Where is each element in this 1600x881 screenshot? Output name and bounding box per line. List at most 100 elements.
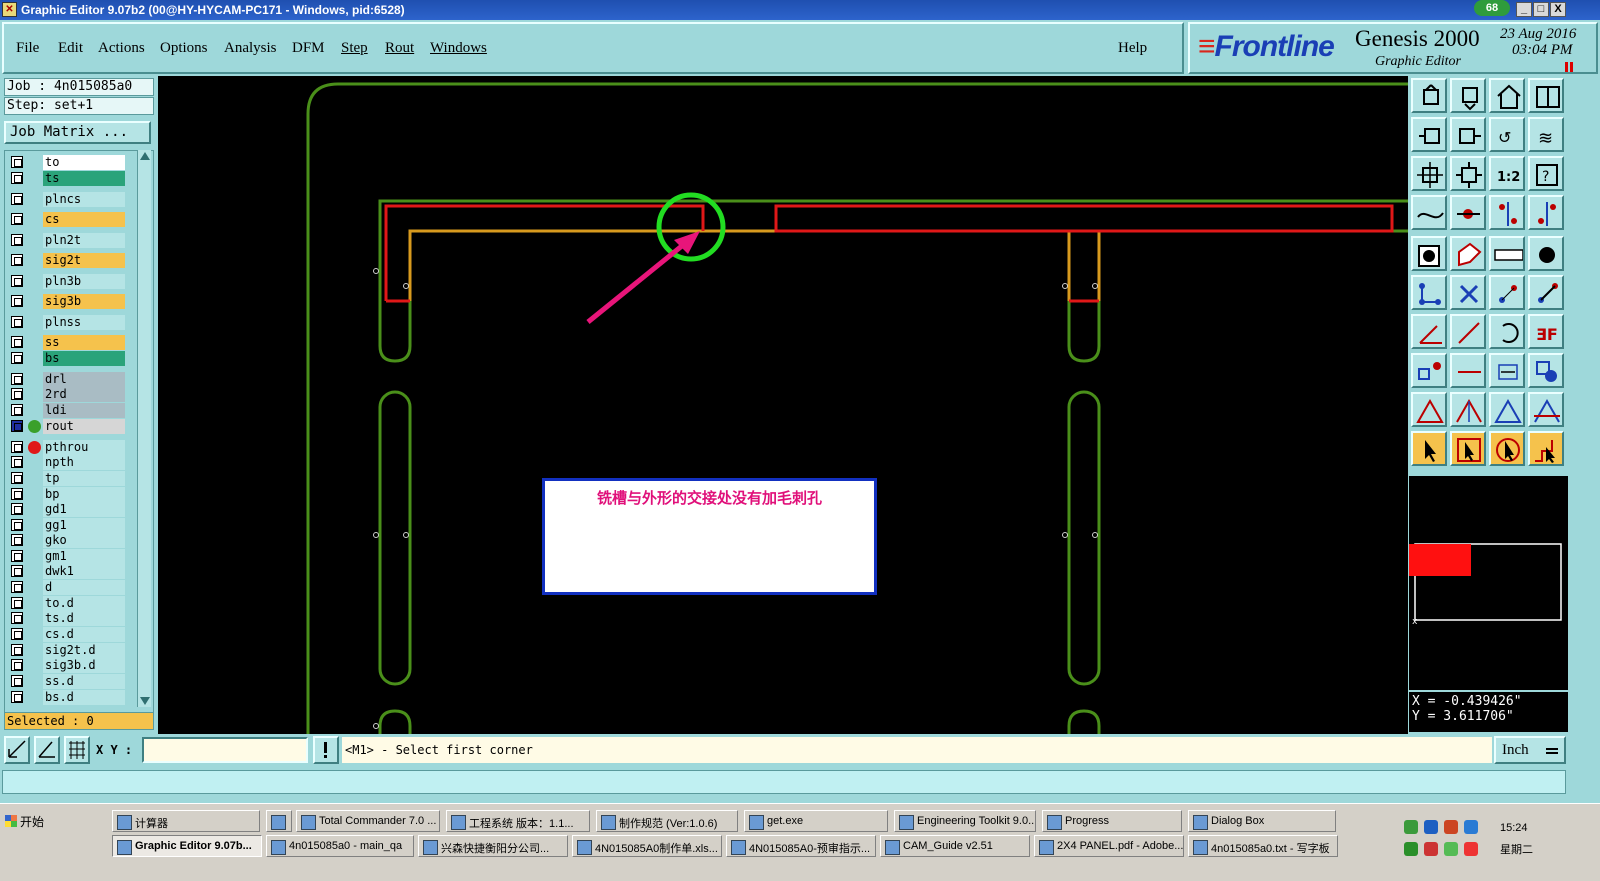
- tray-icon[interactable]: [1444, 842, 1458, 856]
- mirror-button[interactable]: ƎF: [1528, 314, 1564, 349]
- taskbar-item[interactable]: 4N015085A0-预审指示...: [726, 835, 876, 857]
- layer-checkbox[interactable]: [11, 441, 23, 453]
- taskbar-item[interactable]: Graphic Editor 9.07b...: [112, 835, 262, 857]
- dot-button[interactable]: [1528, 236, 1564, 271]
- layer-checkbox[interactable]: [11, 597, 23, 609]
- taskbar-item[interactable]: 4N015085A0制作单.xls...: [572, 835, 722, 857]
- alert-button[interactable]: [313, 736, 339, 764]
- zoom-up-button[interactable]: [1411, 78, 1447, 113]
- layer-checkbox[interactable]: [11, 404, 23, 416]
- tray-icon[interactable]: [1404, 842, 1418, 856]
- line-button[interactable]: [1450, 353, 1486, 388]
- start-button[interactable]: 开始: [2, 810, 54, 832]
- menu-help[interactable]: Help: [1118, 40, 1147, 57]
- layer-checkbox[interactable]: [11, 234, 23, 246]
- snap-angle-button[interactable]: [34, 736, 60, 764]
- home-button[interactable]: [1489, 78, 1525, 113]
- xy-input[interactable]: [142, 737, 308, 763]
- grid-button[interactable]: [64, 736, 90, 764]
- tray-icon[interactable]: [1404, 820, 1418, 834]
- scale-1-2-button[interactable]: 1:2: [1489, 156, 1525, 191]
- taskbar-item[interactable]: CAM_Guide v2.51: [880, 835, 1030, 857]
- overview-thumbnail[interactable]: x: [1409, 476, 1568, 690]
- tray-icon[interactable]: [1464, 842, 1478, 856]
- pan-right-button[interactable]: [1450, 117, 1486, 152]
- pad-button[interactable]: [1450, 195, 1486, 230]
- layer-checkbox[interactable]: [11, 172, 23, 184]
- pause-icon[interactable]: [1565, 62, 1568, 72]
- rotate-button[interactable]: [1489, 314, 1525, 349]
- layer-checkbox[interactable]: [11, 352, 23, 364]
- layer-checkbox[interactable]: [11, 550, 23, 562]
- layer-checkbox[interactable]: [11, 420, 23, 432]
- layer-checkbox[interactable]: [11, 581, 23, 593]
- taskbar-item[interactable]: 2X4 PANEL.pdf - Adobe...: [1034, 835, 1184, 857]
- layer-checkbox[interactable]: [11, 316, 23, 328]
- move-point-button[interactable]: [1489, 275, 1525, 310]
- fit-vertical-button[interactable]: [1411, 156, 1447, 191]
- layer-checkbox[interactable]: [11, 565, 23, 577]
- taskbar-clock[interactable]: 15:24: [1500, 822, 1528, 834]
- redraw-button[interactable]: ≋: [1528, 117, 1564, 152]
- layer-checkbox[interactable]: [11, 612, 23, 624]
- taskbar-item[interactable]: 制作规范 (Ver:1.0.6): [596, 810, 738, 832]
- tray-icon[interactable]: [1424, 820, 1438, 834]
- pan-left-button[interactable]: [1411, 117, 1447, 152]
- drill-map-alt-button[interactable]: [1528, 195, 1564, 230]
- layer-checkbox[interactable]: [11, 388, 23, 400]
- notification-badge[interactable]: 68: [1474, 0, 1510, 16]
- menu-dfm[interactable]: DFM: [292, 40, 325, 57]
- panel-button[interactable]: [1528, 78, 1564, 113]
- layer-checkbox[interactable]: [11, 534, 23, 546]
- taskbar-item[interactable]: Dialog Box: [1188, 810, 1336, 832]
- taskbar-item[interactable]: [266, 810, 292, 832]
- layer-checkbox[interactable]: [11, 644, 23, 656]
- layer-checkbox[interactable]: [11, 456, 23, 468]
- layer-scrollbar[interactable]: [137, 150, 151, 707]
- menu-options[interactable]: Options: [160, 40, 208, 57]
- copy-point-button[interactable]: [1528, 275, 1564, 310]
- help-button[interactable]: ?: [1528, 156, 1564, 191]
- snap-point-button[interactable]: [1411, 353, 1447, 388]
- taskbar-item[interactable]: 计算器: [112, 810, 260, 832]
- triangle-c-button[interactable]: [1489, 392, 1525, 427]
- menu-edit[interactable]: Edit: [58, 40, 83, 57]
- tray-icon[interactable]: [1424, 842, 1438, 856]
- menu-actions[interactable]: Actions: [98, 40, 145, 57]
- line-edit-button[interactable]: [1450, 314, 1486, 349]
- tray-icon[interactable]: [1464, 820, 1478, 834]
- cursor-button[interactable]: [1411, 431, 1447, 466]
- select-box-button[interactable]: [1411, 236, 1447, 271]
- menu-analysis[interactable]: Analysis: [224, 40, 277, 57]
- layer-checkbox[interactable]: [11, 659, 23, 671]
- layer-checkbox[interactable]: [11, 519, 23, 531]
- taskbar-item[interactable]: 兴森快捷衡阳分公司...: [418, 835, 568, 857]
- taskbar-item[interactable]: Progress: [1042, 810, 1182, 832]
- menu-rout[interactable]: Rout: [385, 40, 414, 57]
- taskbar-item[interactable]: Total Commander 7.0 ...: [296, 810, 440, 832]
- zoom-down-button[interactable]: [1450, 78, 1486, 113]
- fit-all-button[interactable]: [1450, 156, 1486, 191]
- fit-width-button[interactable]: [1489, 353, 1525, 388]
- layer-checkbox[interactable]: [11, 472, 23, 484]
- menu-step[interactable]: Step: [341, 40, 368, 57]
- cursor-circle-button[interactable]: [1489, 431, 1525, 466]
- tray-icon[interactable]: [1444, 820, 1458, 834]
- layer-checkbox[interactable]: [11, 373, 23, 385]
- layer-checkbox[interactable]: [11, 503, 23, 515]
- shapes-button[interactable]: [1528, 353, 1564, 388]
- undo-view-button[interactable]: ↺: [1489, 117, 1525, 152]
- snap-grid-button[interactable]: [4, 736, 30, 764]
- close-button[interactable]: X: [1550, 2, 1566, 17]
- maximize-button[interactable]: □: [1533, 2, 1549, 17]
- taskbar-item[interactable]: get.exe: [744, 810, 888, 832]
- layer-checkbox[interactable]: [11, 193, 23, 205]
- layer-checkbox[interactable]: [11, 336, 23, 348]
- triangle-b-button[interactable]: [1450, 392, 1486, 427]
- job-matrix-button[interactable]: Job Matrix ...: [4, 121, 151, 144]
- layer-checkbox[interactable]: [11, 488, 23, 500]
- taskbar-item[interactable]: 4n015085a0.txt - 写字板: [1188, 835, 1338, 857]
- graphic-canvas[interactable]: 铣槽与外形的交接处没有加毛刺孔: [158, 76, 1408, 734]
- layer-checkbox[interactable]: [11, 675, 23, 687]
- drill-map-button[interactable]: [1489, 195, 1525, 230]
